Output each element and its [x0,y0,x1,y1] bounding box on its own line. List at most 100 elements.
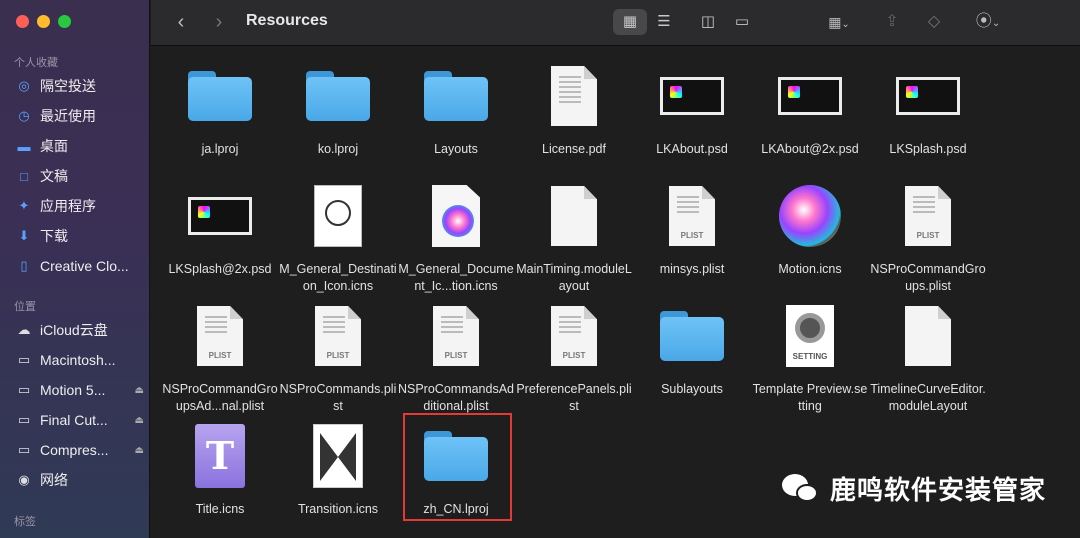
eject-icon[interactable]: ⏏ [135,445,144,456]
file-item[interactable]: Motion.icns [751,177,869,297]
file-name: LKSplash.psd [889,142,967,156]
sidebar-item[interactable]: ▭ Final Cut... ⏏ [14,408,144,432]
sidebar-item[interactable]: □ 文稿 [14,164,144,188]
zoom-window-button[interactable] [58,15,71,28]
file-item[interactable]: ko.lproj [279,57,397,177]
share-button[interactable]: ⇪ [881,10,903,34]
file-name: ja.lproj [201,142,239,156]
clock-icon: ◷ [18,108,30,123]
file-item[interactable]: TimelineCurveEditor.moduleLayout [869,297,987,417]
tag-button[interactable]: ◇ [923,10,945,34]
sidebar-item-label: 网络 [40,472,68,488]
tag-icon: ◇ [927,13,941,30]
file-type-tag: SETTING [792,352,828,361]
destination-icon [314,185,362,247]
document-icon: □ [20,168,28,184]
sidebar-item-label: 最近使用 [40,108,96,124]
sidebar-item[interactable]: ⬇ 下载 [14,224,144,248]
icon-view-icon[interactable]: ▦ [613,9,647,35]
file-name: NSProCommands.plist [279,382,397,413]
close-window-button[interactable] [16,15,29,28]
network-icon: ◉ [18,472,30,487]
disk-icon: ▭ [17,442,31,457]
sidebar-item-label: 隔空投送 [40,78,96,94]
sidebar-item[interactable]: ▬ 桌面 [14,134,144,158]
highlight-box [403,413,512,521]
eject-icon[interactable]: ⏏ [135,385,144,396]
file-item[interactable]: Sublayouts [633,297,751,417]
sidebar-item[interactable]: ◉ 网络 [14,468,144,492]
file-item[interactable]: PLIST NSProCommandGroups.plist [869,177,987,297]
setting-document-icon: SETTING [786,305,834,367]
watermark-text: 鹿鸣软件安装管家 [830,476,1047,506]
wechat-logo-icon [782,473,822,504]
list-view-icon[interactable]: ☰ [647,9,681,35]
file-item[interactable]: LKSplash@2x.psd [161,177,279,297]
folder-icon [660,311,724,361]
sidebar-item[interactable]: ▭ Compres... ⏏ [14,438,144,462]
sidebar-item-label: Motion 5... [40,382,106,398]
sidebar-item-label: 文稿 [40,168,68,184]
group-by-button[interactable]: ▦⌄ [819,10,859,34]
file-name: License.pdf [542,142,606,156]
sidebar-item[interactable]: ▭ Motion 5... ⏏ [14,378,144,402]
file-type-tag: PLIST [562,351,586,360]
file-item[interactable]: Transition.icns [279,417,397,537]
file-icon: ▯ [20,258,28,273]
file-item[interactable]: PLIST NSProCommands.plist [279,297,397,417]
file-item[interactable]: PLIST minsys.plist [633,177,751,297]
file-name: LKAbout@2x.psd [761,142,859,156]
file-item[interactable]: T Title.icns [161,417,279,537]
file-name: M_General_Destination_Icon.icns [279,262,397,293]
view-mode-selector[interactable]: ▦ ☰ ◫ ▭ [613,9,759,35]
file-name: Motion.icns [778,262,842,276]
file-item[interactable]: PLIST NSProCommandsAdditional.plist [397,297,515,417]
column-view-icon[interactable]: ◫ [691,9,725,35]
file-item[interactable]: Layouts [397,57,515,177]
file-type-tag: PLIST [208,351,232,360]
transition-icon [313,424,363,488]
minimize-window-button[interactable] [37,15,50,28]
file-name: Title.icns [195,502,245,516]
pdf-document-icon [551,66,597,126]
file-item[interactable]: License.pdf [515,57,633,177]
sidebar-item-label: Creative Clo... [40,258,129,274]
sidebar-item-label: Macintosh... [40,352,116,368]
file-item[interactable]: M_General_Document_Ic...tion.icns [397,177,515,297]
motion-document-icon [432,185,480,247]
file-item[interactable]: MainTiming.moduleLayout [515,177,633,297]
applications-icon: ✦ [18,198,30,213]
chevron-down-icon: ⌄ [841,19,850,30]
sidebar-item[interactable]: ◎ 隔空投送 [14,74,144,98]
file-name: LKAbout.psd [656,142,728,156]
plist-document-icon: PLIST [315,306,361,366]
file-item[interactable]: SETTING Template Preview.setting [751,297,869,417]
file-item[interactable]: LKAbout@2x.psd [751,57,869,177]
psd-thumbnail-icon [778,77,842,115]
file-item[interactable]: M_General_Destination_Icon.icns [279,177,397,297]
disk-icon: ▭ [17,352,31,367]
sidebar-item[interactable]: ✦ 应用程序 [14,194,144,218]
more-actions-button[interactable]: ⦿⌄ [969,10,1007,34]
eject-icon[interactable]: ⏏ [135,415,144,426]
file-item[interactable]: LKAbout.psd [633,57,751,177]
tags-header: 标签 [14,516,36,528]
file-name: MainTiming.moduleLayout [516,262,632,293]
window-title: Resources [246,12,328,29]
file-item[interactable]: LKSplash.psd [869,57,987,177]
back-button[interactable]: ‹ [171,10,191,34]
file-name: Sublayouts [661,382,723,396]
plist-document-icon: PLIST [905,186,951,246]
sidebar-item[interactable]: ◷ 最近使用 [14,104,144,128]
file-item[interactable]: PLIST PreferencePanels.plist [515,297,633,417]
file-name: Layouts [434,142,478,156]
file-item[interactable]: PLIST NSProCommandGroupsAd...nal.plist [161,297,279,417]
sidebar-item[interactable]: ☁ iCloud云盘 [14,318,144,342]
gallery-view-icon[interactable]: ▭ [725,9,759,35]
file-name: Template Preview.setting [752,382,868,413]
file-item[interactable]: ja.lproj [161,57,279,177]
forward-button[interactable]: › [209,10,229,34]
file-name: Transition.icns [297,502,379,516]
sidebar-item[interactable]: ▭ Macintosh... [14,348,144,372]
sidebar-item[interactable]: ▯ Creative Clo... [14,254,144,278]
